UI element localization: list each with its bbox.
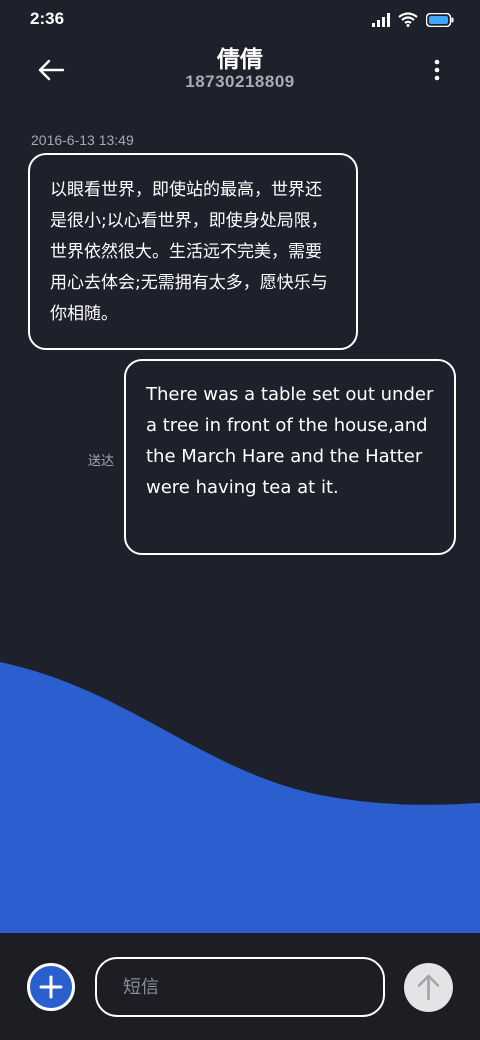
contact-name: 倩倩: [217, 47, 263, 73]
send-button[interactable]: [404, 963, 453, 1012]
incoming-message-bubble[interactable]: 以眼看世界，即使站的最高，世界还是很小;以心看世界，即使身处局限，世界依然很大。…: [28, 153, 358, 350]
arrow-up-icon: [417, 974, 440, 1001]
message-timestamp: 2016-6-13 13:49: [31, 132, 134, 148]
more-vert-icon: [434, 59, 440, 81]
composer-bar: [0, 933, 480, 1040]
status-bar: 2:36: [0, 0, 480, 40]
delivery-status: 送达: [88, 454, 115, 469]
signal-icon: [372, 12, 390, 27]
wifi-icon: [398, 12, 418, 27]
conversation-header: 倩倩 18730218809: [0, 40, 480, 110]
status-time: 2:36: [30, 9, 65, 28]
incoming-message-text: 以眼看世界，即使站的最高，世界还是很小;以心看世界，即使身处局限，世界依然很大。…: [50, 180, 328, 324]
outgoing-message-text: There was a table set out under a tree i…: [146, 384, 434, 498]
background-wave: [0, 662, 480, 940]
outgoing-message-bubble[interactable]: There was a table set out under a tree i…: [124, 359, 456, 555]
contact-phone-number: 18730218809: [185, 72, 295, 91]
battery-icon: [426, 12, 454, 27]
add-attachment-button[interactable]: [27, 963, 75, 1011]
plus-icon: [39, 975, 63, 999]
message-input[interactable]: [95, 957, 385, 1017]
status-icons: [372, 12, 454, 27]
more-options-button[interactable]: [432, 58, 442, 82]
